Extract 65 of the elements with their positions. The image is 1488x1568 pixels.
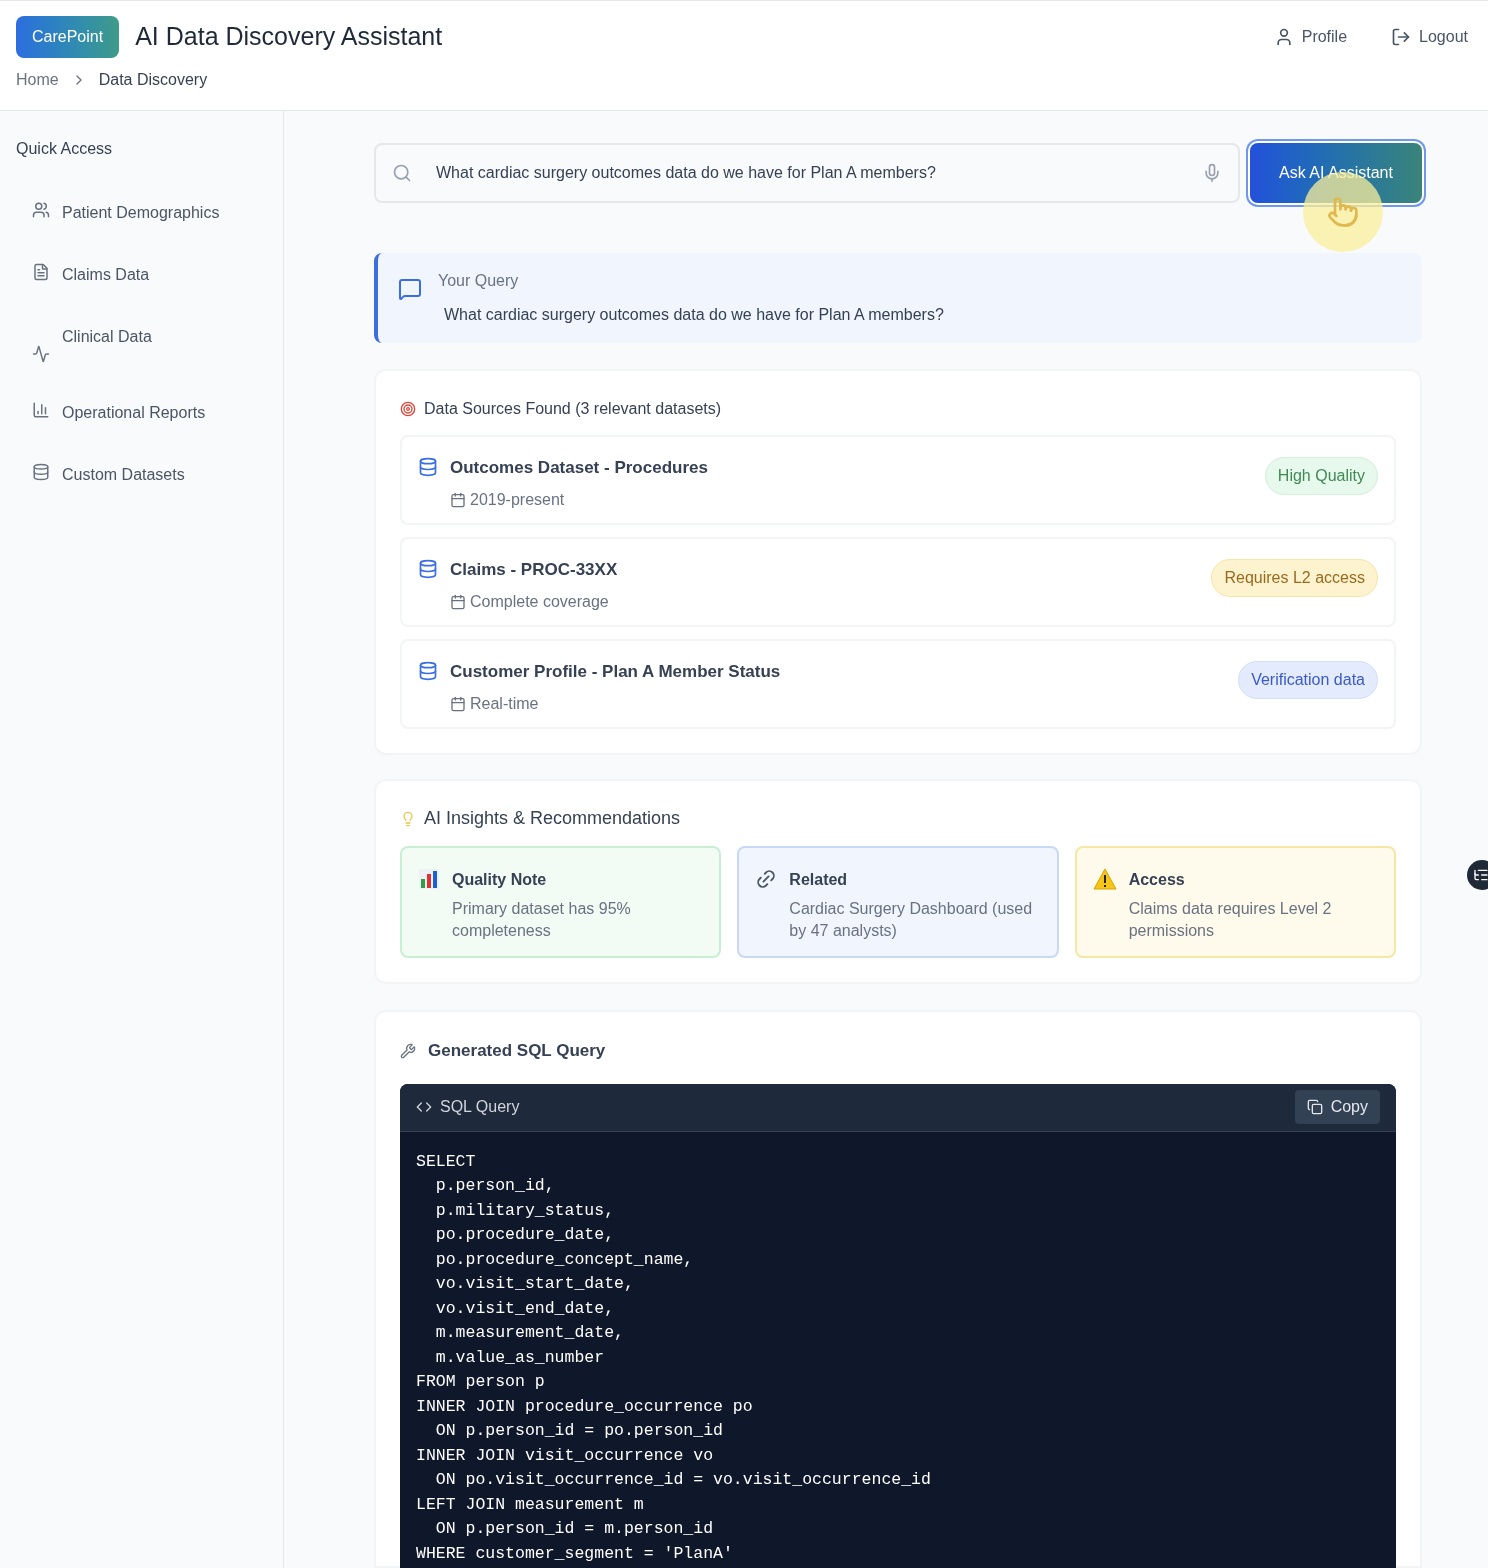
floating-widget[interactable] (1467, 860, 1488, 890)
calendar-icon (450, 491, 466, 508)
insight-text: Claims data requires Level 2 permissions (1128, 899, 1333, 941)
insight-title: Quality Note (452, 870, 548, 890)
dataset-range: 2019-present (470, 489, 565, 510)
lightbulb-icon (400, 810, 416, 827)
search-bar[interactable]: What cardiac surgery outcomes data do we have for Plan A members? (374, 143, 1240, 203)
code-label: SQL Query (440, 1097, 520, 1117)
dataset-card[interactable]: Outcomes Dataset - Procedures 2019-present High Quality (400, 435, 1396, 525)
logout-icon (1391, 27, 1412, 47)
list-icon (1473, 867, 1488, 883)
chat-bubble-icon (398, 277, 422, 301)
insight-text: Cardiac Surgery Dashboard (used by 47 analysts) (789, 899, 1034, 941)
search-input[interactable]: What cardiac surgery outcomes data do we have for Plan A members? (436, 161, 1178, 185)
dataset-range: Complete coverage (470, 591, 609, 612)
page-title: AI Data Discovery Assistant (135, 21, 443, 53)
sidebar-item[interactable]: Patient Demographics (32, 201, 267, 225)
status-badge: High Quality (1264, 457, 1378, 495)
section-title: Generated SQL Query (428, 1040, 606, 1062)
microphone-icon (1202, 163, 1222, 183)
insight-title: Related (789, 870, 849, 890)
database-icon (32, 463, 50, 481)
sidebar-item[interactable]: Custom Datasets (32, 463, 267, 487)
database-icon (418, 661, 438, 681)
profile-link[interactable]: Profile (1273, 25, 1348, 49)
logout-link[interactable]: Logout (1391, 25, 1468, 49)
insight-title: Access (1128, 870, 1186, 890)
search-icon (392, 163, 412, 183)
document-icon (32, 263, 50, 281)
dataset-name: Claims - PROC-33XX (450, 559, 618, 581)
breadcrumb-current: Data Discovery (98, 70, 208, 90)
database-icon (418, 559, 438, 579)
bar-chart-icon (32, 401, 50, 419)
users-icon (32, 201, 50, 219)
dataset-name: Outcomes Dataset - Procedures (450, 457, 708, 479)
sidebar-title: Quick Access (16, 139, 114, 159)
query-text: What cardiac surgery outcomes data do we have for Plan A members? (444, 305, 944, 325)
status-badge: Verification data (1238, 661, 1378, 699)
dataset-card[interactable]: Customer Profile - Plan A Member Status Real-time Verification data (400, 639, 1396, 729)
code-icon (416, 1099, 432, 1115)
dataset-range: Real-time (470, 693, 539, 714)
breadcrumb-link[interactable]: Home (16, 68, 59, 92)
insight-text: Primary dataset has 95% completeness (452, 899, 632, 941)
pulse-icon (32, 345, 50, 363)
database-icon (418, 457, 438, 477)
target-icon (400, 401, 416, 417)
bar-chart-icon (418, 868, 440, 890)
status-badge: Requires L2 access (1211, 559, 1378, 597)
section-title: Data Sources Found (3 relevant datasets) (424, 399, 722, 419)
section-title: AI Insights & Recommendations (424, 807, 681, 830)
sidebar-item[interactable]: Claims Data (32, 263, 267, 287)
sql-code: SELECT p.person_id, p.military_status, po.procedure_date, po.procedure_concept_name, vo.visit_start_date, vo.visit_end_date, m.measurement_date, m.value_as_number FROM person p INNER JOIN procedure_occurrence po ON p.person_id = po.person_id INNER JOIN visit_occurrence vo ON po.visit_occurrence_id = vo.visit_occurrence_id LEFT JOIN measurement m ON p.person_id = m.person_id WHERE customer_segment = 'PlanA' (415, 1150, 932, 1565)
dataset-name: Customer Profile - Plan A Member Status (450, 661, 781, 683)
dataset-card[interactable]: Claims - PROC-33XX Complete coverage Requires L2 access (400, 537, 1396, 627)
sidebar-item[interactable]: Operational Reports (32, 401, 267, 425)
copy-icon (1306, 1099, 1323, 1115)
query-label: Your Query (438, 271, 520, 291)
sidebar-item[interactable]: Clinical Data (32, 325, 267, 363)
warning-icon (1092, 868, 1117, 890)
hand-pointer-icon (1327, 196, 1359, 228)
calendar-icon (450, 593, 466, 610)
wrench-icon (400, 1042, 416, 1059)
copy-button[interactable]: Copy (1294, 1090, 1380, 1124)
calendar-icon (450, 695, 466, 712)
carepoint-logo[interactable]: CarePoint (16, 16, 120, 58)
